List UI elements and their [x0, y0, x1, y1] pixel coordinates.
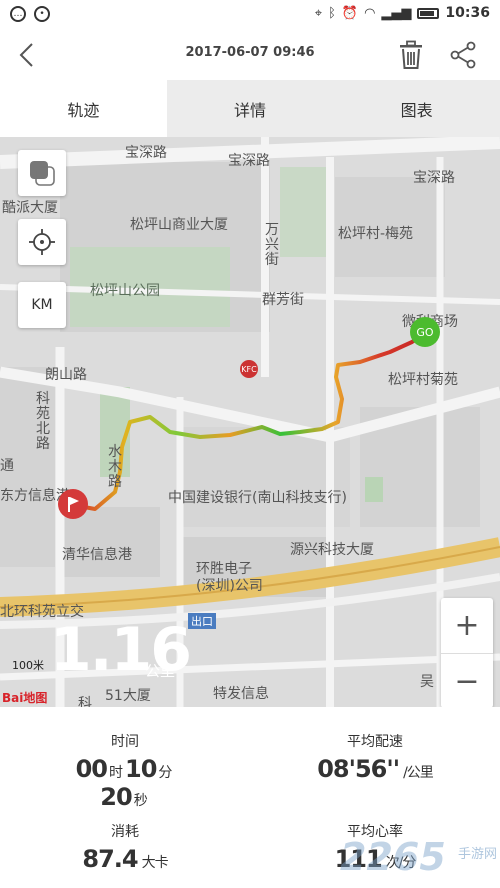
status-bar: … • ⌖ ᛒ ⏰ ◠ ▂▄▆ 10:36: [0, 0, 500, 30]
watermark-sub: 手游网: [458, 847, 498, 862]
map-label: 科: [78, 696, 92, 707]
map-label: 松坪山商业大厦: [130, 217, 228, 233]
message-icon: …: [10, 6, 26, 22]
map-label: 群芳街: [262, 292, 304, 308]
status-time: 10:36: [445, 5, 490, 21]
tab-track[interactable]: 轨迹: [0, 80, 167, 137]
start-marker[interactable]: GO: [410, 317, 440, 347]
header: 2017-06-07 09:46: [0, 30, 500, 80]
locate-button[interactable]: [18, 219, 66, 265]
layers-button[interactable]: [18, 150, 66, 196]
map-label: 环胜电子(深圳)公司: [196, 561, 263, 594]
baidu-logo: Bai地图: [2, 691, 48, 705]
map-view[interactable]: 宝深路 宝深路 宝深路 酷派大厦 松坪山商业大厦 万兴街 松坪村-梅苑 松坪山公…: [0, 137, 500, 707]
zoom-control: + −: [441, 598, 493, 707]
stat-time-value: 00 时10 分20 秒: [75, 755, 173, 811]
location-icon: ⌖: [314, 5, 323, 21]
map-label: 宝深路: [125, 145, 167, 161]
tab-details[interactable]: 详情: [167, 80, 334, 137]
tab-chart[interactable]: 图表: [333, 80, 500, 137]
page-title: 2017-06-07 09:46: [185, 45, 315, 60]
map-label: 中国建设银行(南山科技支行): [168, 490, 347, 506]
bluetooth-icon: ᛒ: [328, 5, 336, 21]
distance-unit: 公里: [145, 662, 176, 680]
flag-icon: [68, 497, 79, 512]
map-label: 朗山路: [45, 367, 87, 383]
share-button[interactable]: [449, 40, 477, 70]
map-label: 松坪村菊苑: [388, 372, 458, 388]
signal-icon: ▂▄▆: [381, 5, 412, 21]
battery-icon: [417, 7, 440, 19]
unit-toggle-button[interactable]: KM: [18, 282, 66, 328]
end-marker[interactable]: [58, 489, 88, 519]
stat-calories-label: 消耗: [111, 824, 139, 840]
notification-icon: •: [34, 6, 50, 22]
map-label: 源兴科技大厦: [290, 542, 374, 558]
map-label: 科苑北路: [36, 391, 50, 452]
map-label: 万兴街: [265, 222, 279, 268]
kfc-icon: KFC: [240, 360, 258, 378]
scale-label: 100米: [12, 659, 44, 672]
map-label: 吴: [420, 674, 434, 690]
map-label: 宝深路: [413, 170, 455, 186]
zoom-out-button[interactable]: −: [441, 653, 493, 707]
map-label: 松坪村-梅苑: [338, 226, 414, 242]
stat-calories: 消耗 87.4 大卡: [70, 821, 180, 873]
map-label: 51大厦: [105, 688, 151, 704]
tab-bar: 轨迹 详情 图表: [0, 80, 500, 137]
stat-pace: 平均配速 08'56''/公里: [305, 731, 445, 783]
map-label: 清华信息港: [62, 547, 132, 563]
map-label: 酷派大厦: [2, 200, 58, 216]
stat-pace-value: 08'56''/公里: [317, 755, 434, 783]
zoom-in-button[interactable]: +: [441, 598, 493, 653]
map-label: 松坪山公园: [90, 283, 160, 299]
watermark: 2265: [340, 835, 446, 879]
stat-time: 时间 00 时10 分20 秒: [60, 731, 190, 811]
stat-time-label: 时间: [111, 734, 139, 750]
map-label: 出口: [188, 613, 216, 629]
stat-pace-label: 平均配速: [347, 734, 403, 750]
wifi-icon: ◠: [364, 5, 376, 21]
crosshair-icon: [29, 229, 55, 255]
map-label: 水木路: [108, 444, 122, 490]
delete-button[interactable]: [398, 40, 424, 70]
layers-icon: [30, 161, 55, 186]
stat-calories-value: 87.4 大卡: [82, 845, 168, 873]
map-label: 特发信息: [213, 686, 269, 702]
map-label: 通: [0, 458, 14, 474]
trash-icon: [400, 40, 422, 69]
map-label: 宝深路: [228, 153, 270, 169]
share-icon: [450, 41, 476, 69]
alarm-icon: ⏰: [341, 5, 359, 21]
